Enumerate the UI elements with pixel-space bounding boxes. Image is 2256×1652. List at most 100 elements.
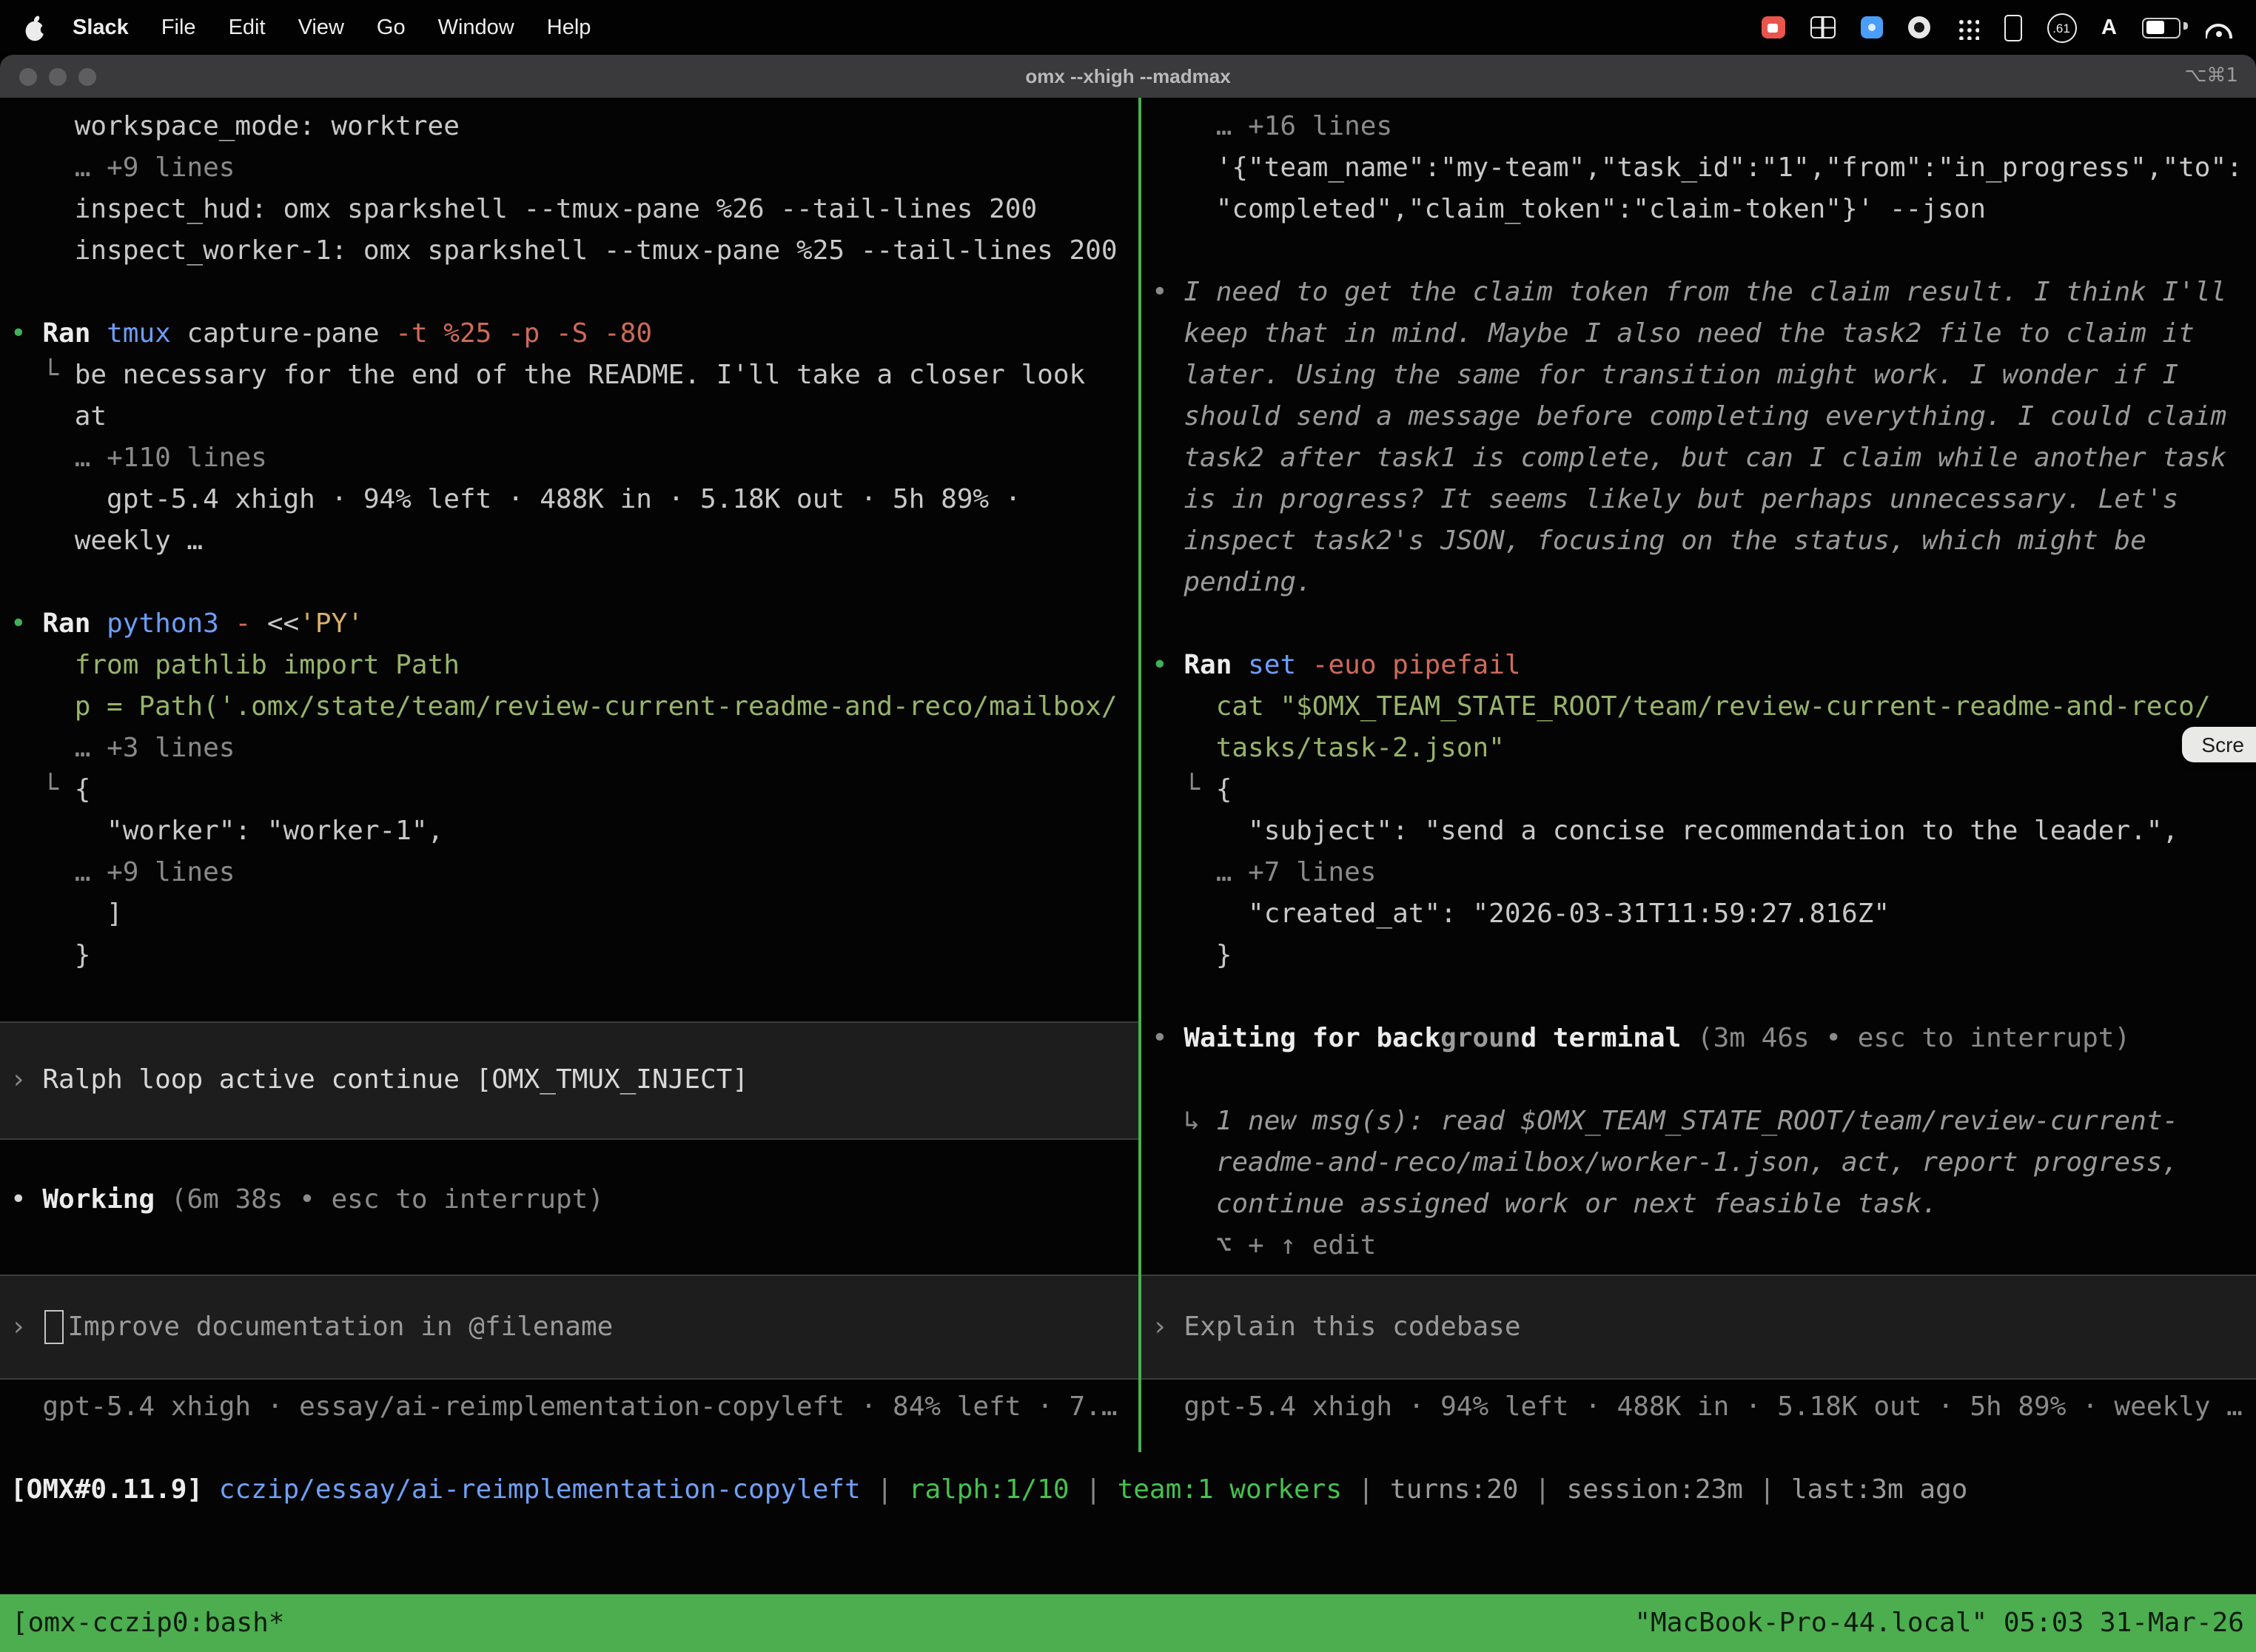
terminal-line bbox=[1152, 231, 2256, 272]
menu-item-help[interactable]: Help bbox=[531, 16, 608, 39]
terminal-window: workspace_mode: worktree … +9 lines insp… bbox=[0, 98, 2256, 1652]
window-title-bar[interactable]: omx --xhigh --madmax ⌥⌘1 bbox=[0, 55, 2256, 98]
text-segment bbox=[10, 774, 42, 805]
text-segment: • bbox=[1152, 650, 1184, 681]
menu-item-slack[interactable]: Slack bbox=[56, 16, 145, 39]
terminal-line: ] bbox=[10, 894, 1138, 936]
text-segment bbox=[1152, 774, 1184, 805]
raycast-icon[interactable] bbox=[1860, 16, 1882, 38]
text-cursor bbox=[44, 1310, 63, 1344]
menu-item-view[interactable]: View bbox=[282, 16, 360, 39]
apple-menu-icon[interactable] bbox=[24, 14, 47, 41]
terminal-line: … +16 lines bbox=[1152, 107, 2256, 148]
screen-recording-icon[interactable] bbox=[1761, 16, 1785, 38]
inject-status-text: › Ralph loop active continue [OMX_TMUX_I… bbox=[10, 1060, 748, 1101]
text-segment: Ran bbox=[1184, 650, 1248, 681]
terminal-line bbox=[10, 563, 1138, 604]
left-pane-output: workspace_mode: worktree … +9 lines insp… bbox=[10, 107, 1138, 977]
text-segment: capture-pane bbox=[171, 318, 395, 349]
text-segment: set bbox=[1248, 650, 1296, 681]
text-segment: at bbox=[10, 401, 107, 432]
terminal-line: inspect task2's JSON, focusing on the st… bbox=[1152, 521, 2256, 563]
menu-item-edit[interactable]: Edit bbox=[212, 16, 282, 39]
terminal-line: "worker": "worker-1", bbox=[10, 811, 1138, 853]
text-segment: readme-and-reco/mailbox/worker-1.json, a… bbox=[1152, 1147, 2178, 1178]
terminal-line: "created_at": "2026-03-31T11:59:27.816Z" bbox=[1152, 894, 2256, 936]
terminal-line: workspace_mode: worktree bbox=[10, 107, 1138, 148]
text-segment: weekly … bbox=[10, 526, 203, 557]
terminal-line: '{"team_name":"my-team","task_id":"1","f… bbox=[1152, 148, 2256, 189]
battery-icon[interactable] bbox=[2142, 17, 2181, 38]
terminal-line: • Ran tmux capture-pane -t %25 -p -S -80 bbox=[10, 314, 1138, 355]
prompt-chevron-icon: › bbox=[10, 1306, 42, 1348]
prompt-input-left[interactable]: › Improve documentation in @filename bbox=[0, 1275, 1138, 1380]
text-segment: | bbox=[1070, 1474, 1118, 1505]
text-segment: '{"team_name":"my-team","task_id":"1","f… bbox=[1152, 152, 2243, 184]
text-segment: - bbox=[235, 608, 252, 639]
text-segment: 1 new msg(s): read $OMX_TEAM_STATE_ROOT/… bbox=[1216, 1106, 2178, 1137]
text-segment bbox=[10, 360, 42, 391]
terminal-line: is in progress? It seems likely but perh… bbox=[1152, 480, 2256, 521]
text-segment: team:1 workers bbox=[1118, 1474, 1342, 1505]
text-segment: ↳ bbox=[1184, 1106, 1215, 1137]
text-segment: { bbox=[75, 774, 91, 805]
text-segment: | bbox=[1342, 1474, 1390, 1505]
text-segment bbox=[203, 1474, 219, 1505]
text-segment: inspect task2's JSON, focusing on the st… bbox=[1152, 526, 2146, 557]
text-segment: ralph:1/10 bbox=[909, 1474, 1070, 1505]
text-segment bbox=[1152, 691, 1216, 722]
terminal-line: ⌥ + ↑ edit bbox=[1152, 1226, 2256, 1267]
text-segment bbox=[10, 152, 75, 184]
window-grid-icon[interactable] bbox=[1810, 16, 1835, 38]
text-segment: cczip/essay/ai-reimplementation-copyleft bbox=[219, 1474, 861, 1505]
text-segment: Ralph loop active continue [OMX_TMUX_INJ… bbox=[42, 1064, 748, 1095]
terminal-line: … +110 lines bbox=[10, 438, 1138, 480]
terminal-line: continue assigned work or next feasible … bbox=[1152, 1184, 2256, 1226]
terminal-line: └ { bbox=[10, 770, 1138, 811]
prompt-input-right[interactable]: › Explain this codebase bbox=[1141, 1275, 2256, 1380]
text-segment: • bbox=[10, 608, 42, 639]
left-terminal-pane[interactable]: workspace_mode: worktree … +9 lines insp… bbox=[0, 98, 1138, 1452]
menu-item-file[interactable]: File bbox=[145, 16, 212, 39]
text-segment: << bbox=[251, 608, 299, 639]
text-segment: (6m 38s • esc to interrupt) bbox=[155, 1184, 604, 1215]
terminal-line: cat "$OMX_TEAM_STATE_ROOT/team/review-cu… bbox=[1152, 687, 2256, 728]
input-source-icon[interactable]: A bbox=[2101, 16, 2117, 39]
terminal-line: } bbox=[10, 936, 1138, 977]
text-segment: └ bbox=[1184, 774, 1215, 805]
text-segment: [OMX#0.11.9] bbox=[10, 1474, 203, 1505]
text-segment: from pathlib import Path bbox=[10, 650, 460, 681]
dots-grid-icon[interactable] bbox=[1955, 16, 1978, 39]
text-segment: "created_at": "2026-03-31T11:59:27.816Z" bbox=[1152, 899, 1890, 930]
wifi-icon[interactable] bbox=[2206, 17, 2232, 38]
text-segment: d terminal bbox=[1521, 1023, 1682, 1054]
text-segment: └ bbox=[42, 360, 74, 391]
right-pane-output: … +16 lines '{"team_name":"my-team","tas… bbox=[1152, 107, 2256, 1267]
text-segment: └ bbox=[42, 774, 74, 805]
terminal-line: • I need to get the claim token from the… bbox=[1152, 272, 2256, 314]
text-segment: (3m 46s • esc to interrupt) bbox=[1681, 1023, 2130, 1054]
percentage-badge-icon[interactable]: .61 bbox=[2047, 13, 2076, 42]
right-terminal-pane[interactable]: … +16 lines '{"team_name":"my-team","tas… bbox=[1141, 98, 2256, 1452]
tmux-window-tab[interactable]: [omx-cczip0:bash* bbox=[12, 1608, 284, 1639]
terminal-line: • Waiting for background terminal (3m 46… bbox=[1152, 1018, 2256, 1060]
iphone-icon[interactable] bbox=[2004, 14, 2021, 41]
text-segment: python3 bbox=[107, 608, 219, 639]
text-segment: • bbox=[10, 318, 42, 349]
terminal-line: … +7 lines bbox=[1152, 853, 2256, 894]
text-segment: ⌥ + ↑ edit bbox=[1152, 1230, 1376, 1261]
text-segment: should send a message before completing … bbox=[1152, 401, 2226, 432]
text-segment bbox=[1152, 1106, 1184, 1137]
app-circle-icon[interactable] bbox=[1907, 16, 1930, 38]
terminal-line: readme-and-reco/mailbox/worker-1.json, a… bbox=[1152, 1143, 2256, 1184]
screenshot-notification[interactable]: Scre bbox=[2182, 727, 2256, 762]
menu-item-window[interactable]: Window bbox=[422, 16, 531, 39]
terminal-line: • Ran python3 - <<'PY' bbox=[10, 604, 1138, 645]
screen: SlackFileEditViewGoWindowHelp .61 A omx -… bbox=[0, 0, 2256, 1652]
text-segment bbox=[10, 443, 75, 474]
menu-item-go[interactable]: Go bbox=[360, 16, 422, 39]
terminal-line: inspect_worker-1: omx sparkshell --tmux-… bbox=[10, 231, 1138, 272]
text-segment: task2 after task1 is complete, but can I… bbox=[1152, 443, 2226, 474]
text-segment bbox=[10, 733, 75, 764]
terminal-line: "subject": "send a concise recommendatio… bbox=[1152, 811, 2256, 853]
